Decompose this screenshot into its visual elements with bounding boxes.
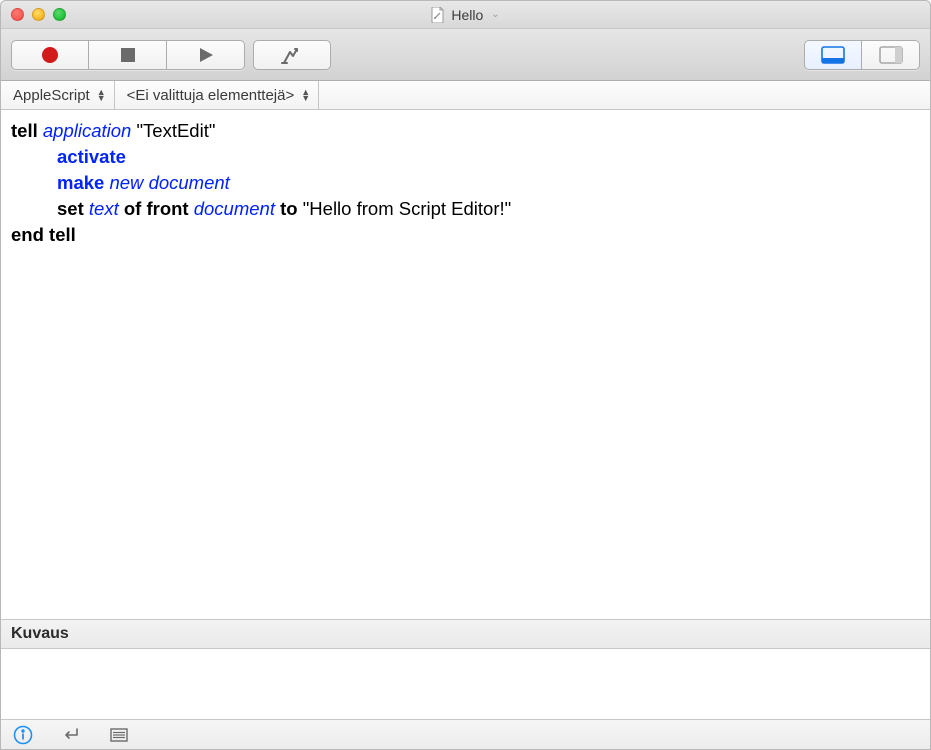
close-button[interactable] xyxy=(11,8,24,21)
class-document: document xyxy=(149,172,230,193)
code-editor[interactable]: tell application "TextEdit" activate mak… xyxy=(1,110,930,619)
selection-popup[interactable]: <Ei valittuja elementtejä> ▲▼ xyxy=(115,81,320,109)
record-button[interactable] xyxy=(11,40,89,70)
keyword-set: set xyxy=(57,198,84,219)
stepper-icon: ▲▼ xyxy=(301,89,310,101)
window-title-area[interactable]: Hello ⌄ xyxy=(1,7,930,23)
navigation-bar: AppleScript ▲▼ <Ei valittuja elementtejä… xyxy=(1,81,930,110)
class-application: application xyxy=(43,120,131,141)
class-text: text xyxy=(89,198,119,219)
stop-button[interactable] xyxy=(89,40,167,70)
run-controls xyxy=(11,40,245,70)
class-document-2: document xyxy=(194,198,275,219)
panel-controls xyxy=(804,40,920,70)
command-activate: activate xyxy=(57,146,126,167)
traffic-lights xyxy=(11,8,66,21)
keyword-to: to xyxy=(280,198,297,219)
toolbar xyxy=(1,29,930,81)
maximize-button[interactable] xyxy=(53,8,66,21)
return-icon[interactable] xyxy=(61,725,81,745)
description-body[interactable] xyxy=(1,649,930,719)
language-label: AppleScript xyxy=(13,87,90,104)
bottom-panel-button[interactable] xyxy=(804,40,862,70)
status-bar xyxy=(1,719,930,749)
titlebar: Hello ⌄ xyxy=(1,1,930,29)
selection-label: <Ei valittuja elementtejä> xyxy=(127,87,295,104)
string-appname: "TextEdit" xyxy=(136,120,215,141)
minimize-button[interactable] xyxy=(32,8,45,21)
compile-button[interactable] xyxy=(253,40,331,70)
document-icon xyxy=(431,7,445,23)
string-value: "Hello from Script Editor!" xyxy=(303,198,511,219)
keyword-tell: tell xyxy=(11,120,38,141)
stepper-icon: ▲▼ xyxy=(97,89,106,101)
run-button[interactable] xyxy=(167,40,245,70)
info-icon[interactable] xyxy=(13,725,33,745)
description-header: Kuvaus xyxy=(1,619,930,649)
side-panel-button[interactable] xyxy=(862,40,920,70)
description-header-label: Kuvaus xyxy=(11,625,69,643)
chevron-down-icon: ⌄ xyxy=(491,9,499,20)
command-make: make xyxy=(57,172,104,193)
list-icon[interactable] xyxy=(109,725,129,745)
window-title: Hello xyxy=(451,7,483,23)
language-popup[interactable]: AppleScript ▲▼ xyxy=(1,81,115,109)
script-editor-window: Hello ⌄ xyxy=(0,0,931,750)
class-new: new xyxy=(109,172,143,193)
keyword-of: of xyxy=(124,198,141,219)
keyword-front: front xyxy=(146,198,188,219)
keyword-end-tell: end tell xyxy=(11,224,76,245)
